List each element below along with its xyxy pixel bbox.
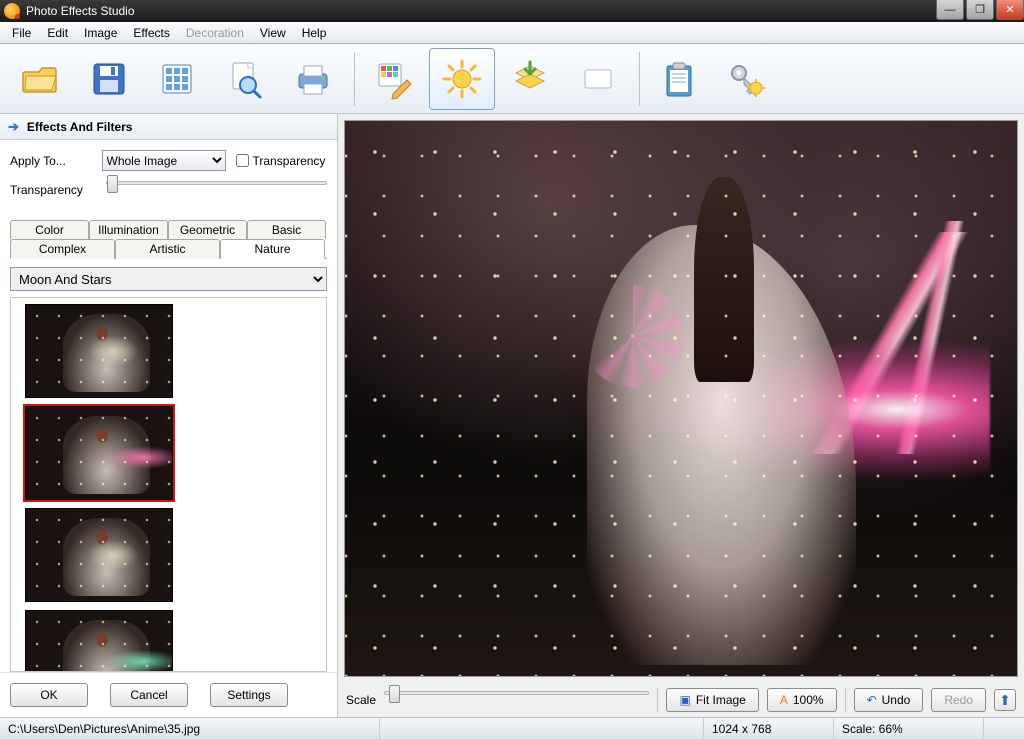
scale-label: Scale <box>346 693 376 707</box>
menu-help[interactable]: Help <box>294 23 335 43</box>
fit-image-button[interactable]: ▣Fit Image <box>666 688 758 712</box>
app-title: Photo Effects Studio <box>26 4 934 18</box>
menu-image[interactable]: Image <box>76 23 125 43</box>
image-canvas[interactable] <box>344 120 1018 677</box>
tab-artistic[interactable]: Artistic <box>115 239 220 259</box>
effect-thumbnail[interactable] <box>25 610 173 672</box>
tab-complex[interactable]: Complex <box>10 239 115 259</box>
title-bar: Photo Effects Studio — ❐ ✕ <box>0 0 1024 22</box>
toolbar <box>0 44 1024 114</box>
palette-pencil-icon <box>373 58 415 100</box>
panel-title: Effects And Filters <box>27 120 133 134</box>
minimize-button[interactable]: — <box>936 0 964 20</box>
collapse-up-button[interactable]: ⬆ <box>994 689 1016 711</box>
sun-icon <box>441 58 483 100</box>
apply-to-select[interactable]: Whole Image <box>102 150 226 171</box>
maximize-button[interactable]: ❐ <box>966 0 994 20</box>
print-button[interactable] <box>280 48 346 110</box>
cancel-button[interactable]: Cancel <box>110 683 188 707</box>
app-icon <box>4 3 20 19</box>
tab-illumination[interactable]: Illumination <box>89 220 168 239</box>
menu-edit[interactable]: Edit <box>39 23 76 43</box>
tab-nature[interactable]: Nature <box>220 239 325 259</box>
key-sun-icon <box>726 58 768 100</box>
redo-button[interactable]: Redo <box>931 688 986 712</box>
key-effects-button[interactable] <box>714 48 780 110</box>
layers-button[interactable] <box>497 48 563 110</box>
zoom-100-button[interactable]: A100% <box>767 688 837 712</box>
effect-thumbnail[interactable] <box>25 406 173 500</box>
transparency-slider-label: Transparency <box>10 183 106 197</box>
status-dimensions: 1024 x 768 <box>704 718 834 739</box>
effect-select[interactable]: Moon And Stars <box>10 267 327 291</box>
effect-thumbnail[interactable] <box>25 304 173 398</box>
fit-icon: ▣ <box>679 693 690 707</box>
menu-bar: File Edit Image Effects Decoration View … <box>0 22 1024 44</box>
printer-icon <box>292 58 334 100</box>
tab-color[interactable]: Color <box>10 220 89 239</box>
ok-button[interactable]: OK <box>10 683 88 707</box>
blank-rect-icon <box>577 58 619 100</box>
menu-view[interactable]: View <box>252 23 294 43</box>
menu-effects[interactable]: Effects <box>125 23 177 43</box>
status-bar: C:\Users\Den\Pictures\Anime\35.jpg 1024 … <box>0 717 1024 739</box>
apply-to-label: Apply To... <box>10 154 102 168</box>
grid-icon <box>156 58 198 100</box>
panel-header: ➔ Effects And Filters <box>0 114 337 140</box>
save-icon <box>88 58 130 100</box>
undo-button[interactable]: ↶Undo <box>854 688 924 712</box>
tab-basic[interactable]: Basic <box>247 220 326 239</box>
effects-button[interactable] <box>429 48 495 110</box>
settings-button[interactable]: Settings <box>210 683 288 707</box>
blank-frame-button[interactable] <box>565 48 631 110</box>
folder-open-icon <box>20 58 62 100</box>
transparency-checkbox[interactable]: Transparency <box>236 154 328 168</box>
close-button[interactable]: ✕ <box>996 0 1024 20</box>
palette-edit-button[interactable] <box>361 48 427 110</box>
arrow-right-icon: ➔ <box>8 119 19 135</box>
zoom-100-icon: A <box>780 693 788 707</box>
undo-icon: ↶ <box>867 693 877 707</box>
tab-geometric[interactable]: Geometric <box>168 220 247 239</box>
save-button[interactable] <box>76 48 142 110</box>
batch-button[interactable] <box>144 48 210 110</box>
menu-file[interactable]: File <box>4 23 39 43</box>
clipboard-button[interactable] <box>646 48 712 110</box>
status-filepath: C:\Users\Den\Pictures\Anime\35.jpg <box>0 718 380 739</box>
transparency-slider[interactable] <box>106 181 327 199</box>
effect-category-tabs: Color Illumination Geometric Basic Compl… <box>10 219 327 259</box>
canvas-area: Scale ▣Fit Image A100% ↶Undo Redo ⬆ <box>338 114 1024 717</box>
open-button[interactable] <box>8 48 74 110</box>
page-magnifier-icon <box>224 58 266 100</box>
status-scale: Scale: 66% <box>834 718 984 739</box>
clipboard-icon <box>658 58 700 100</box>
menu-decoration: Decoration <box>178 23 252 43</box>
scale-slider[interactable] <box>384 691 649 709</box>
effects-panel: ➔ Effects And Filters Apply To... Whole … <box>0 114 338 717</box>
effect-thumbnail[interactable] <box>25 508 173 602</box>
layers-down-icon <box>509 58 551 100</box>
effect-thumbnails <box>10 297 327 672</box>
zoom-button[interactable] <box>212 48 278 110</box>
